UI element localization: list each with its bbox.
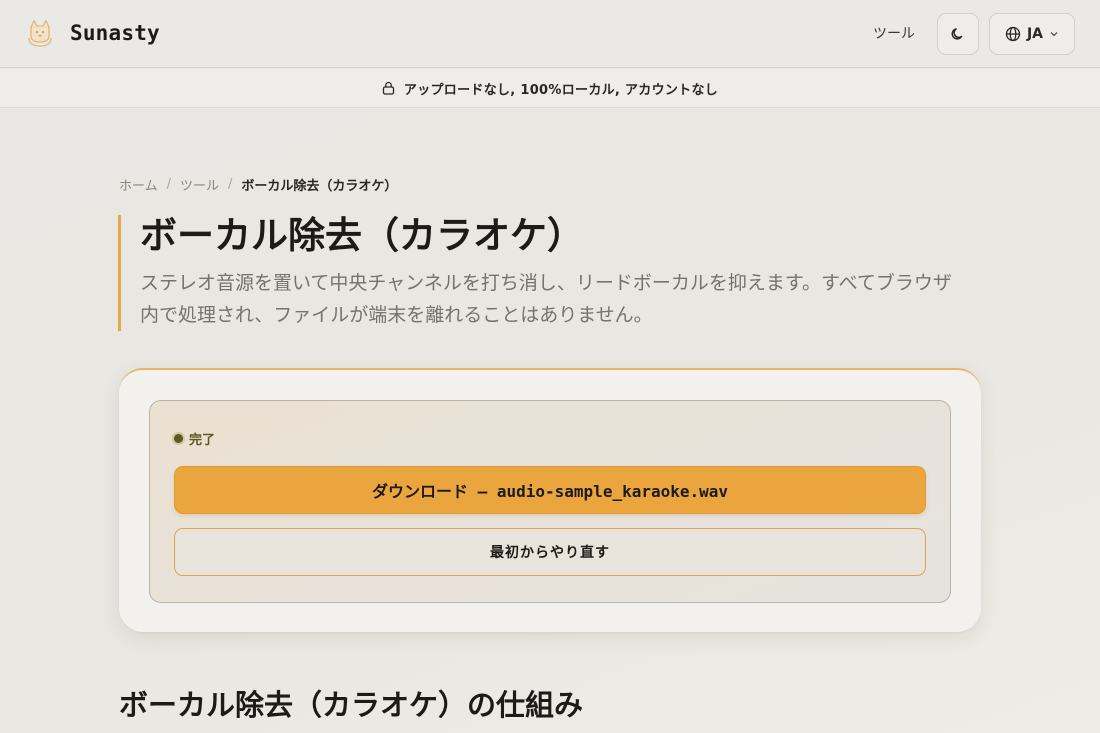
status-dot-icon	[174, 434, 183, 443]
breadcrumb-tools[interactable]: ツール	[180, 175, 219, 194]
status-text: 完了	[189, 433, 216, 448]
title-block: ボーカル除去（カラオケ） ステレオ音源を置いて中央チャンネルを打ち消し、リードボ…	[118, 215, 978, 331]
language-selector[interactable]: JA	[989, 13, 1075, 55]
section-title: ボーカル除去（カラオケ）の仕組み	[119, 688, 584, 722]
download-button[interactable]: ダウンロード — audio-sample_karaoke.wav	[174, 466, 926, 514]
nav-tools-link[interactable]: ツール	[866, 22, 922, 46]
brand-name: Sunasty	[70, 21, 160, 45]
tool-card: 完了 ダウンロード — audio-sample_karaoke.wav 最初か…	[119, 368, 981, 632]
privacy-banner: アップロードなし, 100%ローカル, アカウントなし	[0, 69, 1100, 108]
site-header: Sunasty ツール JA	[0, 0, 1100, 68]
lock-icon	[382, 81, 395, 95]
breadcrumb-separator: /	[228, 176, 233, 192]
chevron-down-icon	[1050, 32, 1058, 37]
breadcrumb-home[interactable]: ホーム	[119, 175, 158, 194]
page-description: ステレオ音源を置いて中央チャンネルを打ち消し、リードボーカルを抑えます。すべてブ…	[140, 272, 952, 326]
breadcrumb-current: ボーカル除去（カラオケ）	[241, 178, 398, 194]
theme-toggle-button[interactable]	[937, 13, 979, 55]
language-label: JA	[1026, 26, 1044, 42]
restart-button[interactable]: 最初からやり直す	[174, 528, 926, 576]
brand-link[interactable]: Sunasty	[26, 18, 160, 48]
cat-logo-icon	[28, 19, 52, 47]
moon-icon	[951, 28, 963, 40]
breadcrumb-separator: /	[166, 176, 172, 192]
globe-icon	[1005, 26, 1021, 42]
page-title: ボーカル除去（カラオケ）	[140, 214, 584, 257]
privacy-banner-text: アップロードなし, 100%ローカル, アカウントなし	[403, 82, 719, 98]
status-indicator: 完了	[174, 429, 215, 448]
breadcrumb: ホーム / ツール / ボーカル除去（カラオケ）	[119, 175, 398, 194]
result-panel: 完了 ダウンロード — audio-sample_karaoke.wav 最初か…	[149, 400, 951, 603]
